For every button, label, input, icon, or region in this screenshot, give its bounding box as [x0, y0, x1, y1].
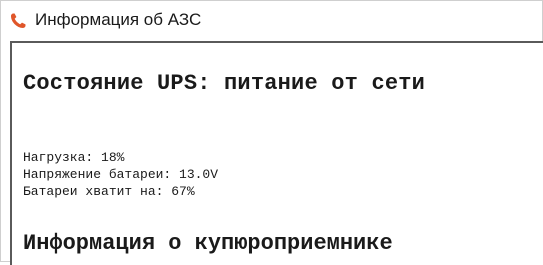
ups-load-line: Нагрузка: 18%: [23, 150, 125, 165]
battery-remaining-line: Батареи хватит на: 67%: [23, 184, 195, 199]
window-title: Информация об АЗС: [35, 10, 202, 29]
info-panel: Состояние UPS: питание от сети Нагрузка:…: [10, 41, 543, 265]
phone-handset-icon: [9, 12, 27, 30]
title-bar[interactable]: Информация об АЗС: [1, 1, 542, 41]
azs-info-window: Информация об АЗС Состояние UPS: питание…: [0, 0, 543, 265]
bill-acceptor-heading: Информация о купюроприемнике: [23, 231, 393, 256]
battery-voltage-line: Напряжение батареи: 13.0V: [23, 167, 219, 182]
ups-status-heading: Состояние UPS: питание от сети: [23, 71, 426, 96]
